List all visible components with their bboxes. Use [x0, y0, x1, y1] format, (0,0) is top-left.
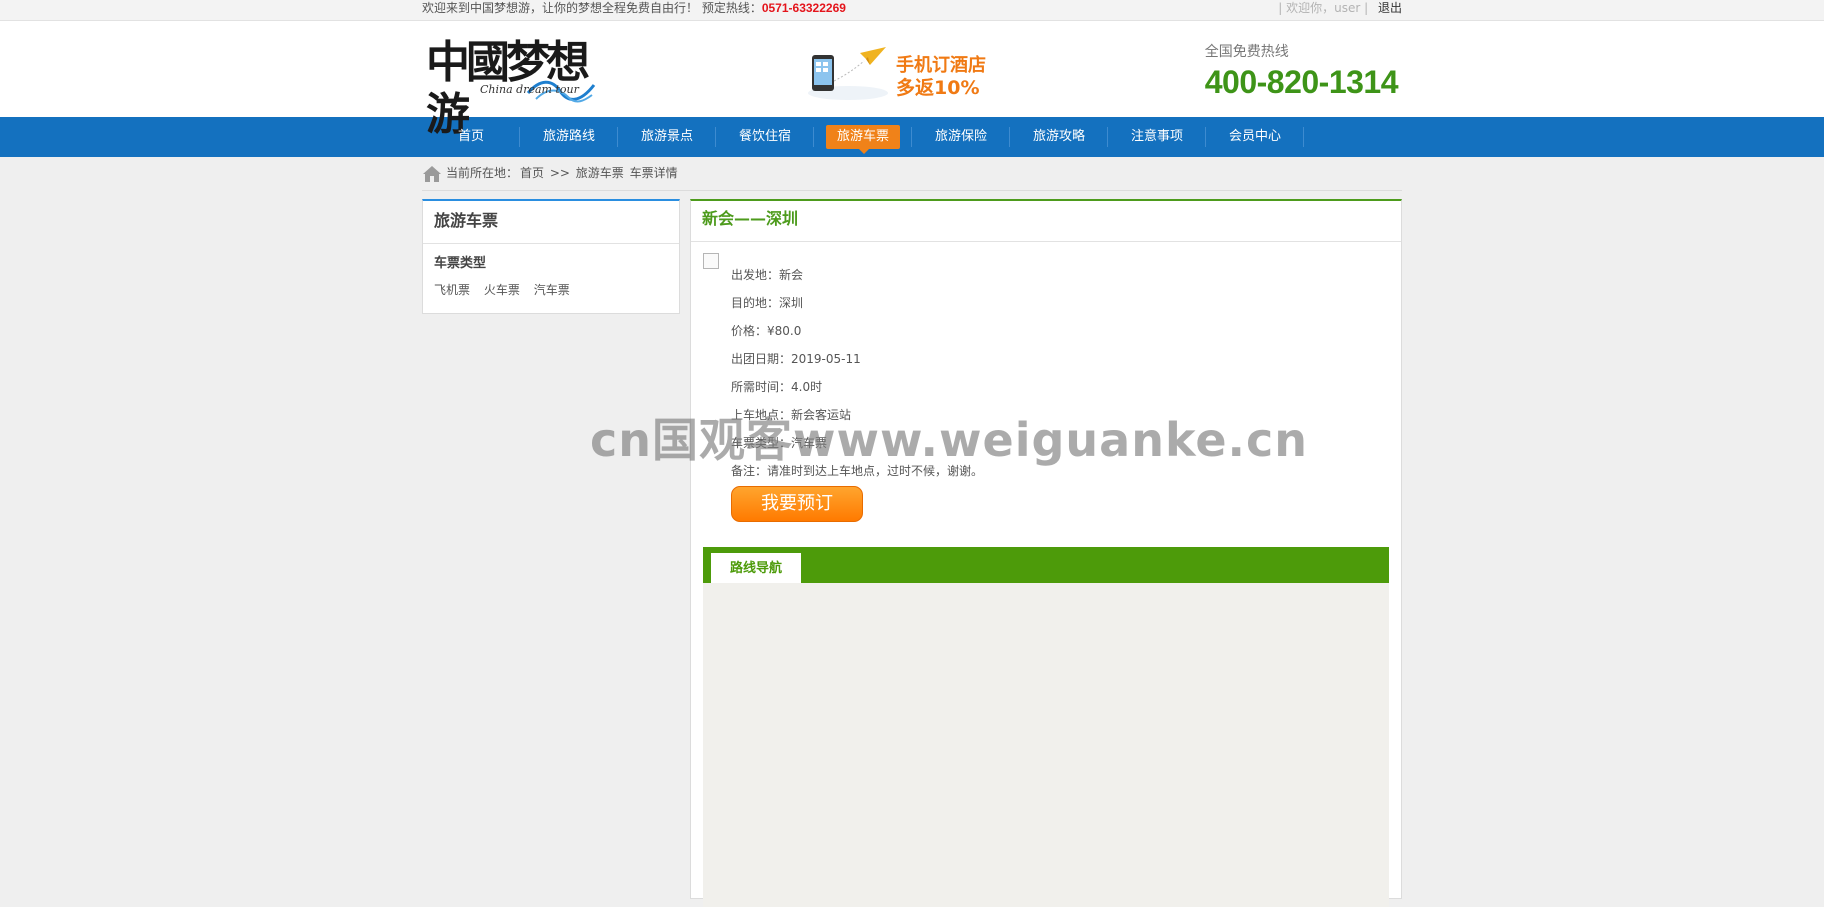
sidebar: 旅游车票 车票类型 飞机票 火车票 汽车票	[422, 199, 680, 314]
route-navigation: 路线导航	[703, 547, 1389, 907]
ticket-detail-panel: 新会——深圳 出发地：新会 目的地：深圳 价格：¥80.0 出团日期：2019-…	[690, 199, 1402, 907]
info-price: 价格：¥80.0	[731, 324, 802, 338]
route-tab-bar: 路线导航	[703, 547, 1389, 583]
sidebar-link-train[interactable]: 火车票	[484, 283, 520, 297]
ticket-title: 新会——深圳	[691, 201, 1401, 242]
ticket-type-links: 飞机票 火车票 汽车票	[423, 271, 679, 298]
sidebar-subtitle: 车票类型	[434, 256, 487, 271]
info-date: 出团日期：2019-05-11	[731, 352, 861, 366]
sidebar-link-flight[interactable]: 飞机票	[434, 283, 470, 297]
info-duration: 所需时间：4.0时	[731, 380, 823, 394]
sidebar-title: 旅游车票	[423, 201, 679, 244]
info-destination: 目的地：深圳	[731, 296, 804, 310]
book-now-button[interactable]: 我要预订	[731, 486, 863, 522]
info-ticket-type: 车票类型：汽车票	[731, 436, 828, 450]
info-boarding: 上车地点：新会客运站	[731, 408, 852, 422]
ticket-info-list: 出发地：新会 目的地：深圳 价格：¥80.0 出团日期：2019-05-11 所…	[731, 261, 983, 485]
broken-image-icon	[703, 253, 719, 269]
info-departure: 出发地：新会	[731, 268, 804, 282]
info-remark: 备注：请准时到达上车地点，过时不候，谢谢。	[731, 464, 984, 478]
sidebar-link-bus[interactable]: 汽车票	[534, 283, 570, 297]
tab-route-nav[interactable]: 路线导航	[711, 553, 801, 583]
